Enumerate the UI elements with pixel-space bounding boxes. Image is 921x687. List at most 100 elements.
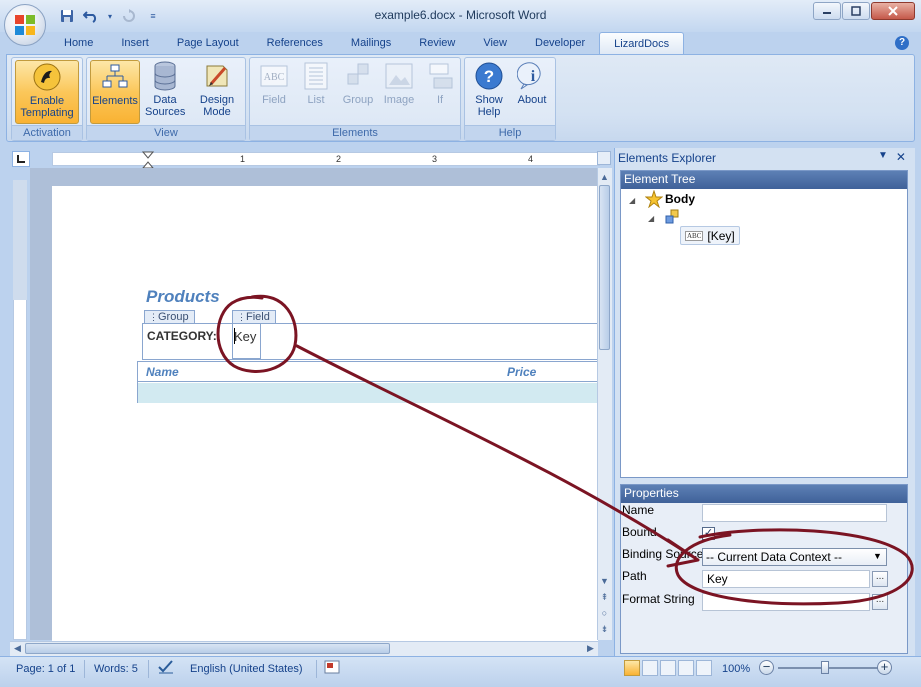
help-icon[interactable]: ? [895,36,909,50]
pane-controls: ▼ ✕ [878,150,906,164]
ruler-number: 1 [240,154,246,164]
outline-view-icon[interactable] [678,660,694,676]
group-button[interactable]: Group [338,60,378,124]
tree-node-body[interactable]: Body [665,192,695,206]
status-bar [0,656,921,687]
word-count[interactable]: Words: 5 [94,661,138,677]
full-screen-reading-icon[interactable] [642,660,658,676]
scroll-up-icon[interactable]: ▲ [597,170,612,184]
select-browse-object-icon[interactable]: ○ [597,606,612,620]
enable-templating-button[interactable]: Enable Templating [15,60,79,124]
group-node-icon[interactable] [664,209,680,225]
svg-text:ABC: ABC [264,72,285,83]
design-mode-icon [201,60,233,92]
design-mode-button[interactable]: Design Mode [191,60,243,124]
data-sources-button[interactable]: Data Sources [142,60,188,124]
vertical-scroll-thumb[interactable] [599,185,610,350]
drag-grip-icon: ⋮ [237,312,246,322]
path-browse-button[interactable]: ... [872,571,888,587]
show-help-label: Show Help [475,94,503,118]
image-button[interactable]: Image [378,60,420,124]
web-layout-icon[interactable] [660,660,676,676]
group-tag[interactable]: ⋮Group [144,310,195,324]
data-sources-label: Data Sources [145,94,186,118]
elements-tree-icon [99,61,131,93]
tab-developer[interactable]: Developer [521,32,599,54]
draft-view-icon[interactable] [696,660,712,676]
pane-options-icon[interactable]: ▼ [878,150,888,164]
tab-page-layout[interactable]: Page Layout [163,32,253,54]
field-tag[interactable]: ⋮Field [232,310,276,324]
dropdown-arrow-icon[interactable]: ▼ [873,551,882,561]
document-page[interactable] [52,186,598,646]
property-label-bound: Bound [622,525,657,539]
tab-view[interactable]: View [469,32,521,54]
list-icon [300,60,332,92]
bound-checkbox[interactable]: ✓ [702,527,715,540]
table-header-row: Name Price [138,362,599,382]
expand-arrow-icon[interactable]: ◢ [629,196,635,205]
list-button[interactable]: List [296,60,336,124]
proofing-icon[interactable] [157,659,175,675]
field-value[interactable]: Key [234,329,256,344]
group-tag-label: Group [158,311,189,323]
element-tree-header: Element Tree [621,171,907,189]
tab-home[interactable]: Home [50,32,107,54]
horizontal-scroll-thumb[interactable] [25,643,390,654]
tab-review[interactable]: Review [405,32,469,54]
show-help-button[interactable]: ? Show Help [469,60,509,124]
macro-recording-icon[interactable] [324,660,340,674]
category-label: CATEGORY: [147,329,217,343]
ribbon-group-activation: Enable Templating Activation [11,57,83,141]
view-ruler-button[interactable] [597,151,611,165]
format-string-browse-button[interactable]: ... [872,594,888,610]
indent-marker-icon[interactable] [142,151,154,169]
page-count[interactable]: Page: 1 of 1 [16,661,75,677]
tab-lizarddocs[interactable]: LizardDocs [599,32,685,54]
left-tab-icon [17,155,25,163]
horizontal-ruler[interactable]: 1 2 3 4 [52,151,600,169]
field-button[interactable]: ABC Field [254,60,294,124]
next-page-icon[interactable]: ⇟ [597,622,612,636]
tab-insert[interactable]: Insert [107,32,163,54]
document-title[interactable]: Products [146,287,220,307]
close-icon [888,6,898,16]
if-button[interactable]: If [422,60,458,124]
zoom-out-icon[interactable]: − [759,660,774,675]
tree-node-key[interactable]: ABC [Key] [680,226,740,245]
zoom-level[interactable]: 100% [722,661,750,677]
scroll-down-icon[interactable]: ▼ [597,574,612,588]
tab-references[interactable]: References [253,32,337,54]
language[interactable]: English (United States) [190,661,303,677]
previous-page-icon[interactable]: ⇞ [597,590,612,604]
binding-source-dropdown[interactable]: -- Current Data Context -- [702,548,887,566]
table-row[interactable] [138,383,599,403]
maximize-button[interactable] [842,2,870,20]
abc-field-icon: ABC [685,230,704,241]
question-icon: ? [473,60,505,92]
products-table[interactable]: Name Price [137,361,599,403]
minimize-button[interactable] [813,2,841,20]
zoom-in-icon[interactable]: + [877,660,892,675]
expand-arrow-icon[interactable]: ◢ [648,214,654,223]
status-separator [316,660,317,678]
properties-header: Properties [621,485,907,503]
name-input[interactable] [702,504,887,522]
print-layout-view-icon[interactable] [624,660,640,676]
elements-button[interactable]: Elements [90,60,140,124]
minimize-icon [823,12,831,14]
scroll-left-icon[interactable]: ◀ [10,641,25,655]
tab-selector-button[interactable] [12,151,30,167]
pane-close-icon[interactable]: ✕ [896,150,906,164]
property-label-format-string: Format String [622,592,695,606]
zoom-slider-thumb[interactable] [821,661,829,674]
path-input[interactable]: Key [702,570,870,588]
format-string-input[interactable] [702,593,870,611]
office-button[interactable] [4,4,46,46]
tab-mailings[interactable]: Mailings [337,32,405,54]
database-icon [149,60,181,92]
close-button[interactable] [871,2,915,20]
about-button[interactable]: i About [511,60,553,124]
ribbon: Enable Templating Activation Elements Da… [6,54,915,142]
scroll-right-icon[interactable]: ▶ [583,641,598,655]
